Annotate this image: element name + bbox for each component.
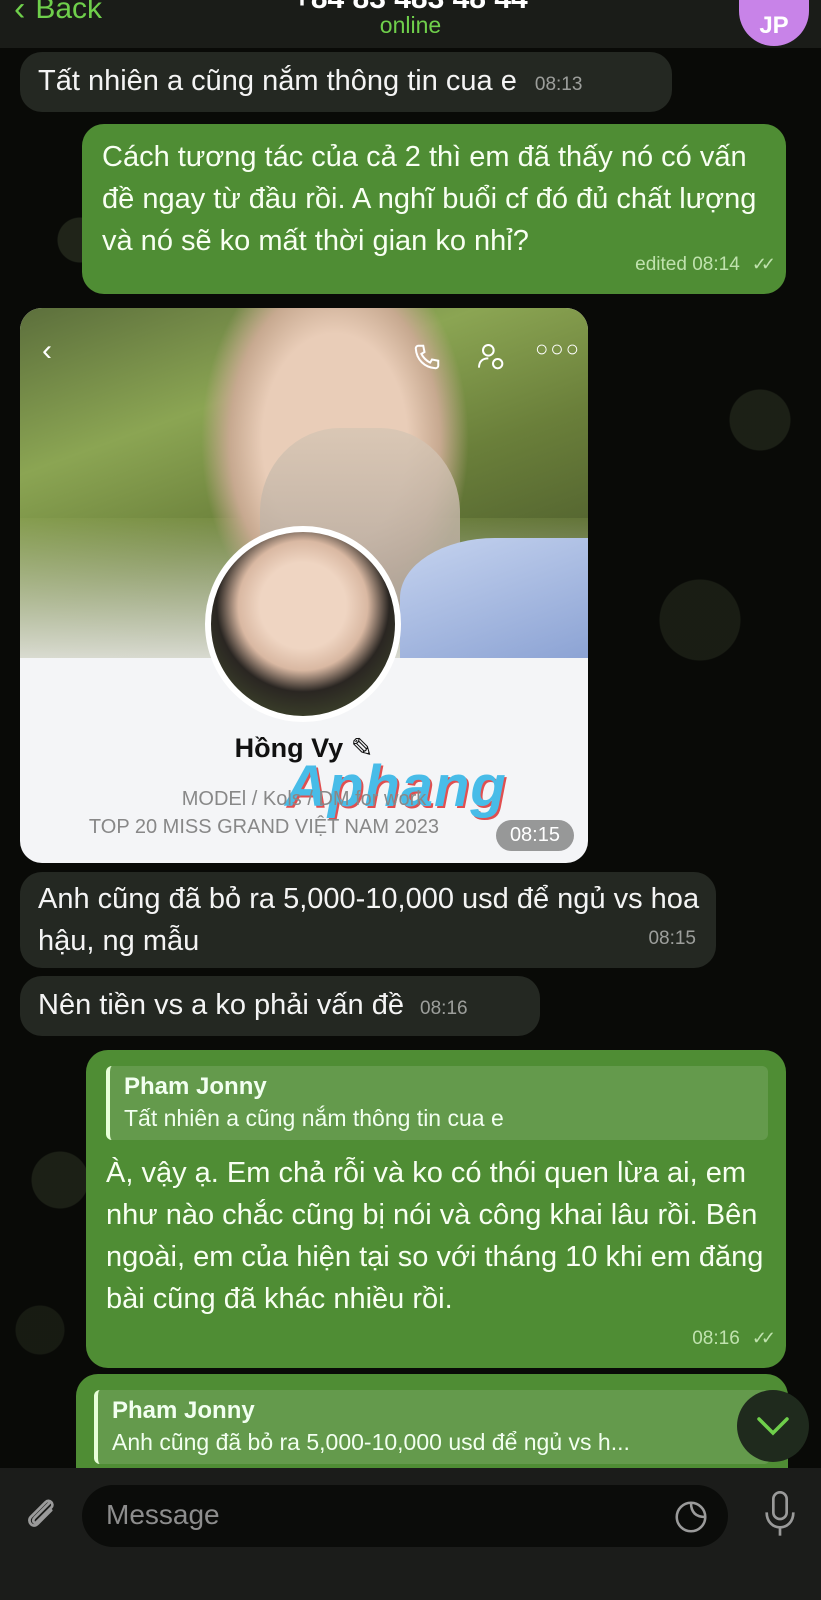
message-incoming[interactable]: Nên tiền vs a ko phải vấn đề 08:16 [20,976,540,1036]
read-checkmarks-icon: ✓✓ [751,1328,776,1348]
reply-sender: Pham Jonny [124,1073,267,1100]
message-time: 08:13 [534,74,583,95]
message-input[interactable]: Message [82,1485,728,1547]
reply-preview[interactable]: Pham Jonny Tất nhiên a cũng nắm thông ti… [106,1066,768,1140]
message-incoming[interactable]: Anh cũng đã bỏ ra 5,000-10,000 usd để ng… [20,872,716,968]
scroll-to-bottom-button[interactable] [737,1390,809,1462]
message-incoming[interactable]: Tất nhiên a cũng nắm thông tin cua e 08:… [20,52,672,112]
message-composer: Message [0,1468,821,1600]
reply-preview[interactable]: Pham Jonny Anh cũng đã bỏ ra 5,000-10,00… [94,1390,770,1464]
message-time: 08:15 [648,928,696,949]
chat-header: ‹ Back +84 83 483 48 44 online JP [0,0,821,48]
reply-quote: Anh cũng đã bỏ ra 5,000-10,000 usd để ng… [112,1429,630,1455]
message-time: 08:16 [692,1328,740,1349]
chevron-left-icon: ‹ [42,334,52,367]
avatar-initials: JP [759,12,789,39]
shared-profile-screenshot[interactable]: ‹ ○○○ Hồng Vy ✎ Aphang MODEl / Kols / DM… [20,308,588,863]
message-outgoing-reply[interactable]: Pham Jonny Tất nhiên a cũng nắm thông ti… [86,1050,786,1368]
chat-status: online [379,12,442,38]
more-icon: ○○○ [535,336,581,361]
profile-picture [205,526,401,722]
profile-bio-line-2: TOP 20 MISS GRAND VIỆT NAM 2023 [88,816,440,838]
reply-quote: Tất nhiên a cũng nắm thông tin cua e [124,1105,504,1131]
profile-bio-line-1: MODEl / Kols / DM for work [181,788,427,810]
sticker-icon[interactable] [672,1498,710,1536]
read-checkmarks-icon: ✓✓ [751,254,776,274]
chevron-down-icon [757,1417,789,1436]
message-time: 08:16 [420,998,468,1019]
avatar[interactable]: JP [739,0,809,46]
media-time: 08:15 [495,820,574,851]
message-text: Anh cũng đã bỏ ra 5,000-10,000 usd để ng… [38,883,700,957]
paperclip-icon[interactable] [20,1490,64,1538]
phone-icon [414,344,440,370]
message-text: Tất nhiên a cũng nắm thông tin cua e [38,65,517,97]
message-outgoing[interactable]: Cách tương tác của cả 2 thì em đã thấy n… [82,124,786,294]
user-settings-icon [478,344,504,370]
photo-skirt [400,538,588,658]
message-text: Nên tiền vs a ko phải vấn đề [38,989,404,1021]
message-time: edited 08:14 [635,254,740,275]
message-text: À, vậy ạ. Em chả rỗi và ko có thói quen … [106,1157,764,1315]
microphone-icon[interactable] [760,1488,800,1540]
reply-sender: Pham Jonny [112,1397,255,1424]
